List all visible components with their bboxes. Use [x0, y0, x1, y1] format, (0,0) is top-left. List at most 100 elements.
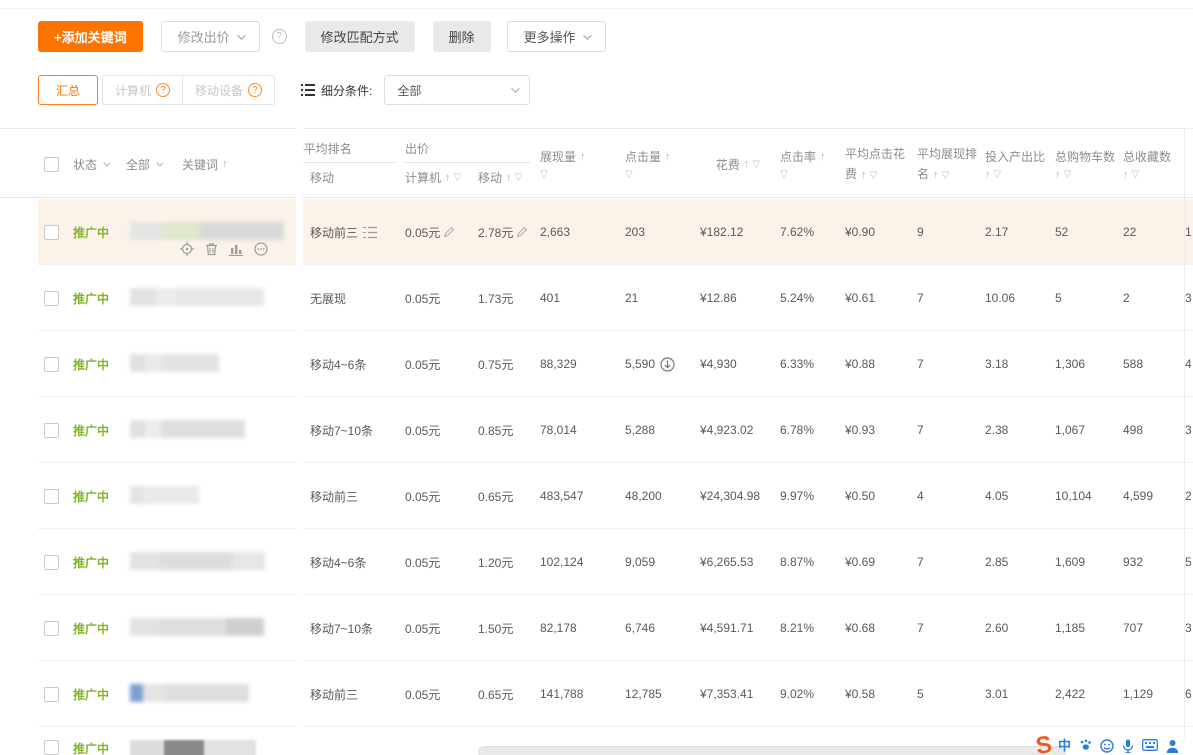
- keyword-redacted[interactable]: [130, 486, 199, 506]
- sort-asc-icon[interactable]: ↑: [1055, 169, 1061, 181]
- keyword-redacted[interactable]: [130, 288, 264, 308]
- add-keyword-button[interactable]: +添加关键词: [38, 21, 143, 52]
- row-checkbox[interactable]: [44, 225, 59, 240]
- ime-user-icon[interactable]: [1166, 739, 1179, 753]
- sort-asc-icon[interactable]: ↑: [861, 169, 867, 181]
- help-icon[interactable]: ?: [248, 83, 262, 97]
- total-carts-header-label: 总购物车数: [1055, 148, 1115, 165]
- modify-bid-button[interactable]: 修改出价: [161, 21, 260, 52]
- help-icon[interactable]: ?: [272, 29, 287, 44]
- rank-list-icon[interactable]: [363, 226, 377, 239]
- row-checkbox[interactable]: [44, 555, 59, 570]
- modify-match-button[interactable]: 修改匹配方式: [305, 21, 415, 52]
- cost-cell: ¥182.12: [700, 199, 770, 265]
- sort-asc-icon[interactable]: ↑: [580, 151, 586, 163]
- table-row: 推广中 移动4~6条 0.05元 0.75元 88,329 5,590 ¥4,9…: [0, 331, 1193, 397]
- ime-paw-icon[interactable]: [1079, 739, 1092, 752]
- column-status[interactable]: 状态: [73, 129, 108, 199]
- row-checkbox[interactable]: [44, 291, 59, 306]
- more-options-icon[interactable]: [254, 242, 268, 256]
- select-all-checkbox[interactable]: [44, 157, 59, 172]
- trend-down-icon[interactable]: [660, 357, 675, 372]
- sort-asc-icon[interactable]: ↑: [985, 169, 991, 181]
- table-row: 推广中 移动前三 0.05元 0.65元 141,788 12,785 ¥7,3…: [0, 661, 1193, 727]
- ime-keyboard-icon[interactable]: [1142, 739, 1158, 751]
- bar-chart-icon[interactable]: [229, 243, 243, 256]
- filter-funnel-icon[interactable]: ▽: [780, 169, 788, 180]
- edit-pencil-icon[interactable]: [443, 226, 455, 238]
- keyword-redacted[interactable]: [130, 740, 256, 755]
- filter-funnel-icon[interactable]: ▽: [752, 159, 760, 170]
- delete-button[interactable]: 删除: [433, 21, 491, 52]
- keyword-redacted[interactable]: [130, 684, 249, 704]
- filter-funnel-icon[interactable]: ▽: [515, 172, 523, 183]
- keyword-redacted[interactable]: [130, 618, 264, 638]
- keyword-redacted[interactable]: [130, 222, 284, 242]
- avg-rank-cell: 移动前三: [310, 199, 402, 265]
- edit-pencil-icon[interactable]: [516, 226, 528, 238]
- tab-computer[interactable]: 计算机?: [103, 76, 182, 104]
- row-checkbox[interactable]: [44, 423, 59, 438]
- filter-funnel-icon[interactable]: ▽: [1132, 169, 1140, 180]
- table-row: 推广中 移动7~10条 0.05元 0.85元 78,014 5,288 ¥4,…: [0, 397, 1193, 463]
- help-icon[interactable]: ?: [156, 83, 170, 97]
- sort-asc-icon[interactable]: ↑: [1123, 169, 1129, 181]
- row-checkbox[interactable]: [44, 357, 59, 372]
- keyword-redacted[interactable]: [130, 420, 245, 440]
- list-icon: [301, 84, 315, 96]
- sort-asc-icon[interactable]: ↑: [222, 158, 228, 170]
- group-divider: [303, 162, 395, 163]
- clicks-value: 5,288: [625, 423, 655, 437]
- filter-funnel-icon[interactable]: ▽: [1064, 169, 1072, 180]
- sort-asc-icon[interactable]: ↑: [445, 172, 451, 184]
- row-checkbox[interactable]: [44, 740, 59, 755]
- column-impressions: 展现量↑ ▽: [540, 129, 610, 199]
- column-roi: 投入产出比 ↑▽: [985, 129, 1051, 199]
- row-checkbox[interactable]: [44, 687, 59, 702]
- bid-pc-value: 0.05元: [405, 422, 440, 439]
- chevron-down-icon: [156, 159, 163, 166]
- sort-asc-icon[interactable]: ↑: [820, 151, 826, 163]
- more-actions-button[interactable]: 更多操作: [507, 21, 606, 52]
- row-checkbox[interactable]: [44, 621, 59, 636]
- roi-cell: 3.01: [985, 661, 1049, 727]
- column-scope-filter[interactable]: 全部: [126, 129, 161, 199]
- impressions-cell: 141,788: [540, 661, 620, 727]
- keyword-management-page: +添加关键词 修改出价 ? 修改匹配方式 删除 更多操作 汇总 计算机? 移动设…: [0, 0, 1193, 755]
- avg-click-cost-cell: ¥0.93: [845, 397, 911, 463]
- keyword-redacted[interactable]: [130, 552, 265, 572]
- ime-microphone-icon[interactable]: [1122, 739, 1134, 753]
- filter-funnel-icon[interactable]: ▽: [625, 169, 633, 180]
- bid-mobile-cell: 0.75元: [478, 331, 538, 397]
- modify-bid-label: 修改出价: [178, 27, 230, 46]
- segment-condition-select[interactable]: 全部: [384, 75, 530, 105]
- bid-pc-cell: 0.05元: [405, 397, 475, 463]
- ime-emoji-icon[interactable]: [1100, 739, 1114, 753]
- total-favorites-cell: 2: [1123, 265, 1179, 331]
- cost-cell: ¥7,353.41: [700, 661, 770, 727]
- locate-icon[interactable]: [180, 242, 194, 256]
- keyword-redacted[interactable]: [130, 354, 219, 374]
- status-header-label: 状态: [73, 156, 97, 173]
- ctr-cell: 8.87%: [780, 529, 842, 595]
- sogou-logo-icon[interactable]: S: [1035, 735, 1054, 755]
- column-avg-click-cost: 平均点击花费↑▽: [845, 129, 911, 199]
- avg-rank-cell: 移动4~6条: [310, 331, 402, 397]
- filter-funnel-icon[interactable]: ▽: [540, 169, 548, 180]
- sort-asc-icon[interactable]: ↑: [744, 158, 750, 170]
- segment-condition-label: 细分条件:: [301, 82, 372, 99]
- avg-impression-rank-cell: 7: [917, 595, 977, 661]
- ime-chinese-mode-icon[interactable]: 中: [1058, 739, 1071, 753]
- filter-funnel-icon[interactable]: ▽: [870, 170, 878, 181]
- trash-icon[interactable]: [205, 242, 218, 256]
- filter-funnel-icon[interactable]: ▽: [942, 170, 950, 181]
- row-checkbox[interactable]: [44, 489, 59, 504]
- tab-mobile[interactable]: 移动设备?: [182, 76, 274, 104]
- sort-asc-icon[interactable]: ↑: [506, 172, 512, 184]
- sort-asc-icon[interactable]: ↑: [665, 151, 671, 163]
- avg-impression-rank-cell: 5: [917, 661, 977, 727]
- tab-summary[interactable]: 汇总: [38, 75, 98, 105]
- filter-funnel-icon[interactable]: ▽: [454, 172, 462, 183]
- sort-asc-icon[interactable]: ↑: [933, 169, 939, 181]
- filter-funnel-icon[interactable]: ▽: [994, 169, 1002, 180]
